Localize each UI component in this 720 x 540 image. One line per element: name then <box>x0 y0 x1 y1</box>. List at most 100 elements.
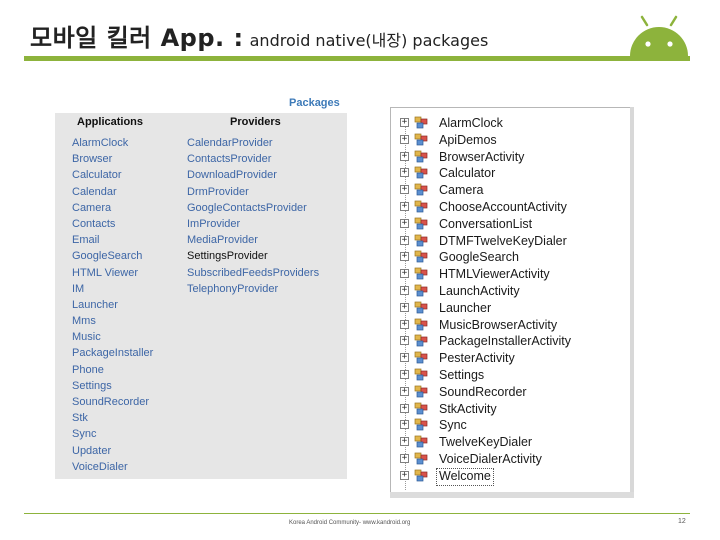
tree-item[interactable]: + MusicBrowserActivity <box>391 317 631 333</box>
tree-item[interactable]: + ConversationList <box>391 216 631 232</box>
expand-icon[interactable]: + <box>400 420 409 430</box>
tree-item-label: Welcome <box>436 467 494 486</box>
expand-icon[interactable]: + <box>400 218 409 228</box>
slide-title-main: 모바일 킬러 App. : <box>30 24 244 52</box>
application-item: Sync <box>72 428 97 441</box>
application-item: Email <box>72 234 100 247</box>
tree-bottom-edge <box>390 492 634 498</box>
tree-item-label: BrowserActivity <box>439 149 525 164</box>
tree-item-label: PesterActivity <box>439 351 515 366</box>
expand-icon[interactable]: + <box>400 386 409 396</box>
tree-item[interactable]: + StkActivity <box>391 401 631 417</box>
package-icon <box>414 116 428 129</box>
footer-text: Korea Android Community- www.kandroid.or… <box>289 520 411 526</box>
tree-item[interactable]: + ChooseAccountActivity <box>391 199 631 215</box>
package-icon <box>414 335 428 347</box>
package-icon <box>414 452 428 465</box>
tree-scrollbar[interactable] <box>630 107 634 496</box>
package-icon <box>414 284 428 297</box>
provider-item: MediaProvider <box>187 234 258 247</box>
tree-item[interactable]: + TwelveKeyDialer <box>391 434 631 450</box>
application-item: GoogleSearch <box>72 250 143 263</box>
expand-icon[interactable]: + <box>400 185 409 195</box>
tree-item[interactable]: + PesterActivity <box>391 350 631 366</box>
application-item: Updater <box>72 444 112 457</box>
tree-item[interactable]: + SoundRecorder <box>391 384 631 400</box>
package-icon <box>414 368 428 381</box>
application-item: HTML Viewer <box>72 266 139 279</box>
packages-title: Packages <box>289 97 340 109</box>
tree-item-label: PackageInstallerActivity <box>439 334 572 349</box>
tree-item[interactable]: + DTMFTwelveKeyDialer <box>391 233 631 249</box>
tree-item[interactable]: + PackageInstallerActivity <box>391 333 631 349</box>
expand-icon[interactable]: + <box>400 168 409 178</box>
package-icon <box>414 301 428 314</box>
package-tree[interactable]: + AlarmClock + ApiDemos + BrowserActivity + Cal… <box>390 107 633 497</box>
application-item: Phone <box>72 363 104 376</box>
package-icon <box>414 167 428 179</box>
tree-item-label: ChooseAccountActivity <box>439 200 567 214</box>
expand-icon[interactable]: + <box>400 202 409 211</box>
tree-item[interactable]: + Calculator <box>391 165 631 181</box>
expand-icon[interactable]: + <box>400 353 409 363</box>
expand-icon[interactable]: + <box>400 319 409 329</box>
application-item: Music <box>72 331 101 344</box>
expand-icon[interactable]: + <box>400 470 409 480</box>
tree-item[interactable]: + HTMLViewerActivity <box>391 266 631 282</box>
tree-item-label: Camera <box>439 183 484 198</box>
tree-item-label: SoundRecorder <box>439 384 527 399</box>
slide-title-sub: android native(내장) packages <box>249 31 489 50</box>
application-item: Contacts <box>72 217 116 230</box>
expand-icon[interactable]: + <box>400 252 409 262</box>
provider-item: DownloadProvider <box>187 169 277 182</box>
footer-rule <box>24 513 690 514</box>
package-icon <box>414 351 428 364</box>
tree-item[interactable]: + VoiceDialerActivity <box>391 451 631 467</box>
package-icon <box>414 200 428 213</box>
application-item: Mms <box>72 315 96 328</box>
tree-item[interactable]: + BrowserActivity <box>391 149 631 165</box>
android-logo-icon <box>630 15 688 56</box>
package-icon <box>414 267 428 280</box>
package-icon <box>414 318 428 330</box>
tree-item[interactable]: + Launcher <box>391 300 631 316</box>
tree-item[interactable]: + Sync <box>391 417 631 433</box>
slide-title: 모바일 킬러 App. : android native(내장) packages <box>30 18 488 53</box>
expand-icon[interactable]: + <box>400 286 409 295</box>
tree-item[interactable]: + Settings <box>391 367 631 383</box>
tree-item-label: TwelveKeyDialer <box>439 435 533 450</box>
provider-item: ContactsProvider <box>187 153 272 166</box>
applications-header: Applications <box>77 116 144 128</box>
application-item: PackageInstaller <box>72 347 154 360</box>
tree-item-label: GoogleSearch <box>439 250 519 265</box>
expand-icon[interactable]: + <box>400 235 409 245</box>
tree-item-label: LaunchActivity <box>439 284 520 298</box>
expand-icon[interactable]: + <box>400 134 409 144</box>
provider-item: SettingsProvider <box>187 250 268 263</box>
tree-item[interactable]: + Welcome <box>391 467 631 486</box>
tree-item[interactable]: + ApiDemos <box>391 132 631 148</box>
expand-icon[interactable]: + <box>400 454 409 463</box>
expand-icon[interactable]: + <box>400 403 409 413</box>
expand-icon[interactable]: + <box>400 269 409 279</box>
providers-list: CalendarProvider ContactsProvider Download… <box>187 135 319 297</box>
tree-item[interactable]: + GoogleSearch <box>391 249 631 265</box>
tree-item-label: ConversationList <box>439 216 533 231</box>
application-item: Launcher <box>72 298 118 311</box>
packages-panel: Applications Providers AlarmClock Browser… <box>55 113 347 479</box>
tree-item[interactable]: + AlarmClock <box>391 115 631 131</box>
expand-icon[interactable]: + <box>400 370 409 379</box>
tree-item-label: DTMFTwelveKeyDialer <box>439 233 567 248</box>
package-icon <box>414 183 428 196</box>
expand-icon[interactable]: + <box>400 437 409 447</box>
package-icon <box>414 402 428 414</box>
expand-icon[interactable]: + <box>400 151 409 161</box>
tree-item[interactable]: + Camera <box>391 182 631 198</box>
tree-item[interactable]: + LaunchActivity <box>391 283 631 299</box>
expand-icon[interactable]: + <box>400 302 409 312</box>
provider-item: GoogleContactsProvider <box>187 201 307 214</box>
package-icon <box>414 385 428 398</box>
expand-icon[interactable]: + <box>400 336 409 346</box>
tree-item-label: Calculator <box>439 166 496 181</box>
expand-icon[interactable]: + <box>400 118 409 127</box>
